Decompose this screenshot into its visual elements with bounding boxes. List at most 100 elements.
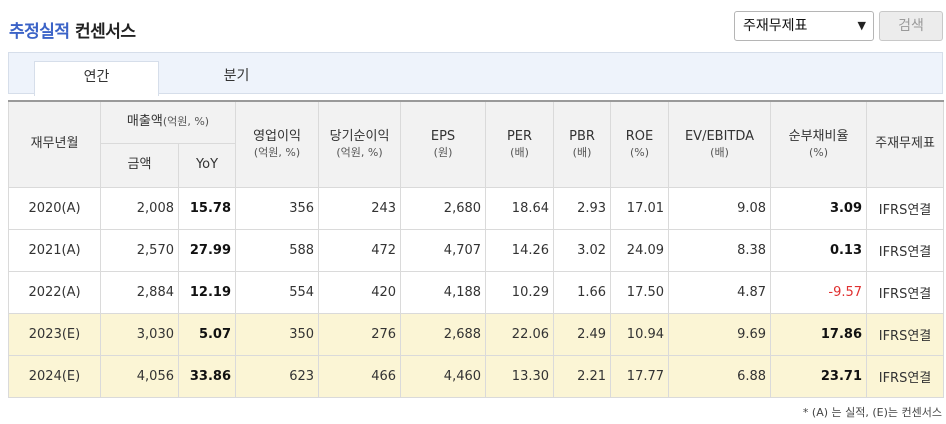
cell-per: 14.26 <box>485 228 555 272</box>
header-year: 재무년월 <box>8 100 101 188</box>
cell-ev: 8.38 <box>668 228 772 272</box>
header-ev-ebitda: EV/EBITDA (배) <box>668 100 772 188</box>
header-pbr: PBR (배) <box>553 100 612 188</box>
cell-debt: 0.13 <box>770 228 868 272</box>
cell-op: 554 <box>235 270 320 314</box>
op-label: 영업이익 <box>253 128 301 144</box>
cell-per: 22.06 <box>485 312 555 356</box>
period-tabs: 연간 분기 <box>8 52 943 96</box>
cell-pbr: 2.49 <box>553 312 612 356</box>
cell-year: 2024(E) <box>8 354 101 398</box>
cell-per: 13.30 <box>485 354 555 398</box>
cell-eps: 4,188 <box>400 270 487 314</box>
cell-net: 243 <box>318 186 402 230</box>
eps-label: EPS <box>430 128 456 144</box>
footnote: * (A) 는 실적, (E)는 컨센서스 <box>802 406 942 419</box>
header-eps: EPS (원) <box>400 100 487 188</box>
table-row: 2020(A) 2,008 15.78 356 243 2,680 18.64 … <box>8 186 945 230</box>
cell-debt: 3.09 <box>770 186 868 230</box>
cell-std: IFRS연결 <box>866 270 945 314</box>
cell-roe: 24.09 <box>610 228 670 272</box>
cell-ev: 6.88 <box>668 354 772 398</box>
cell-amount: 2,884 <box>100 270 179 314</box>
cell-pbr: 3.02 <box>553 228 612 272</box>
cell-amount: 3,030 <box>100 312 179 356</box>
net-unit: (억원, %) <box>336 145 383 159</box>
cell-eps: 4,707 <box>400 228 487 272</box>
sales-unit: (억원, %) <box>162 114 210 128</box>
cell-yoy: 12.19 <box>177 270 237 314</box>
cell-std: IFRS연결 <box>866 312 945 356</box>
cell-roe: 17.50 <box>610 270 670 314</box>
cell-roe: 17.77 <box>610 354 670 398</box>
cell-year: 2023(E) <box>8 312 101 356</box>
per-unit: (배) <box>510 145 529 159</box>
title-accent: 추정실적 <box>9 22 70 42</box>
cell-op: 623 <box>235 354 320 398</box>
cell-ev: 4.87 <box>668 270 772 314</box>
header-roe: ROE (%) <box>610 100 670 188</box>
cell-std: IFRS연결 <box>866 228 945 272</box>
cell-net: 472 <box>318 228 402 272</box>
cell-yoy: 5.07 <box>177 312 237 356</box>
cell-eps: 4,460 <box>400 354 487 398</box>
cell-op: 356 <box>235 186 320 230</box>
header-statement: 주재무제표 <box>866 100 945 188</box>
pbr-unit: (배) <box>572 145 592 159</box>
cell-eps: 2,680 <box>400 186 487 230</box>
cell-net: 466 <box>318 354 402 398</box>
eps-unit: (원) <box>433 145 453 159</box>
op-unit: (억원, %) <box>253 145 301 159</box>
header-per: PER (배) <box>485 100 555 188</box>
cell-year: 2021(A) <box>8 228 101 272</box>
chevron-down-icon: ▼ <box>857 19 866 32</box>
sales-label: 매출액 <box>126 113 163 129</box>
table-row: 2024(E) 4,056 33.86 623 466 4,460 13.30 … <box>8 354 945 398</box>
cell-year: 2022(A) <box>8 270 101 314</box>
roe-unit: (%) <box>629 145 650 159</box>
header-net-debt: 순부채비율 (%) <box>770 100 868 188</box>
cell-per: 10.29 <box>485 270 555 314</box>
cell-std: IFRS연결 <box>866 354 945 398</box>
cell-ev: 9.69 <box>668 312 772 356</box>
select-value: 주재무제표 <box>743 18 808 34</box>
ev-unit: (배) <box>710 145 729 159</box>
header-amount: 금액 <box>100 142 179 188</box>
statement-type-select[interactable]: 주재무제표 ▼ <box>734 11 874 41</box>
header-yoy: YoY <box>177 142 237 188</box>
per-label: PER <box>506 128 533 144</box>
cell-yoy: 27.99 <box>177 228 237 272</box>
tab-annual[interactable]: 연간 <box>34 61 159 96</box>
cell-net: 420 <box>318 270 402 314</box>
roe-label: ROE <box>625 128 654 144</box>
cell-amount: 4,056 <box>100 354 179 398</box>
consensus-table: 재무년월 매출액(억원, %) 영업이익 (억원, %) 당기순이익 (억원, %)… <box>8 100 945 398</box>
cell-op: 350 <box>235 312 320 356</box>
debt-unit: (%) <box>808 145 829 159</box>
cell-amount: 2,570 <box>100 228 179 272</box>
tab-quarterly[interactable]: 분기 <box>174 61 299 95</box>
header-sales: 매출액(억원, %) <box>99 100 237 144</box>
cell-std: IFRS연결 <box>866 186 945 230</box>
title-rest: 컨센서스 <box>74 22 136 42</box>
cell-eps: 2,688 <box>400 312 487 356</box>
cell-roe: 10.94 <box>610 312 670 356</box>
cell-op: 588 <box>235 228 320 272</box>
table-row: 2021(A) 2,570 27.99 588 472 4,707 14.26 … <box>8 228 945 272</box>
cell-pbr: 2.21 <box>553 354 612 398</box>
cell-debt: -9.57 <box>770 270 868 314</box>
header-op-profit: 영업이익 (억원, %) <box>235 100 320 188</box>
net-label: 당기순이익 <box>329 128 390 144</box>
cell-yoy: 33.86 <box>177 354 237 398</box>
header-net-income: 당기순이익 (억원, %) <box>318 100 402 188</box>
search-button[interactable]: 검색 <box>879 11 943 41</box>
debt-label: 순부채비율 <box>788 128 849 144</box>
cell-ev: 9.08 <box>668 186 772 230</box>
cell-year: 2020(A) <box>8 186 101 230</box>
pbr-label: PBR <box>569 128 595 144</box>
cell-amount: 2,008 <box>100 186 179 230</box>
cell-roe: 17.01 <box>610 186 670 230</box>
ev-label: EV/EBITDA <box>684 128 755 144</box>
cell-per: 18.64 <box>485 186 555 230</box>
cell-pbr: 1.66 <box>553 270 612 314</box>
